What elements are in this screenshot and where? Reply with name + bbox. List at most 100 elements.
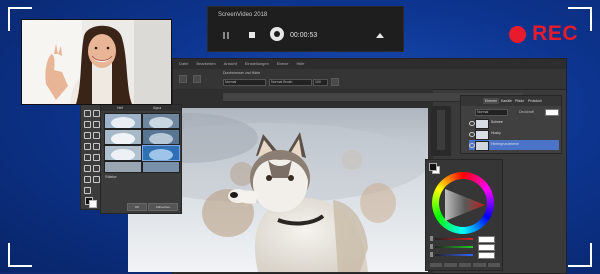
filter-column-label: Hell [117, 106, 124, 110]
slider-knob[interactable] [430, 236, 433, 241]
collapse-icon[interactable] [376, 33, 384, 38]
green-slider[interactable] [430, 244, 495, 251]
menu-layer[interactable]: Ebene [277, 59, 289, 69]
filter-ok-button[interactable]: OK [127, 203, 147, 211]
layer-name: Husky [491, 131, 501, 135]
blue-slider[interactable] [430, 252, 495, 259]
pen-tool-icon[interactable] [92, 164, 100, 172]
color-swatches[interactable] [429, 163, 440, 174]
text-tool-icon[interactable] [83, 164, 91, 172]
slider-knob[interactable] [430, 244, 433, 249]
brush-size-button[interactable] [193, 75, 201, 83]
slider-track[interactable] [435, 246, 473, 248]
tab-history[interactable]: Protokoll [526, 98, 544, 104]
filter-column-label: Aqua [153, 106, 162, 110]
recording-indicator: REC [509, 22, 578, 46]
palette-row[interactable] [430, 263, 501, 267]
slider-track[interactable] [435, 238, 473, 240]
palette-chip[interactable] [473, 263, 486, 267]
menu-edit[interactable]: Bearbeiten [196, 59, 215, 69]
filter-gallery-header: Hell Aqua [101, 105, 181, 111]
red-value-field[interactable] [478, 236, 495, 243]
layer-opacity-label: Deckkraft [519, 110, 534, 114]
shape-tool-icon[interactable] [83, 175, 91, 183]
menu-settings[interactable]: Einstellungen [245, 59, 269, 69]
layers-panel-tabs: Ebenen Kanäle Pfade Protokoll [461, 96, 561, 106]
foreground-color-chip[interactable] [429, 163, 437, 171]
rec-label: REC [532, 22, 578, 45]
stamp-tool-icon[interactable] [92, 142, 100, 150]
layer-row-selected[interactable]: Hintergrundebene [469, 140, 559, 151]
recorder-title: ScreenVideo 2018 [218, 12, 268, 18]
opacity-field[interactable]: 100 [313, 79, 328, 86]
layer-thumbnail [475, 141, 489, 151]
saturation-triangle[interactable] [441, 187, 487, 222]
stop-icon[interactable] [248, 31, 257, 40]
filter-thumbnail[interactable] [142, 161, 180, 173]
capture-corner-bottom-left [8, 243, 32, 267]
menu-view[interactable]: Ansicht [224, 59, 237, 69]
zoom-tool-icon[interactable] [83, 186, 91, 194]
tab-paths[interactable]: Pfade [513, 98, 526, 104]
pause-icon[interactable] [222, 31, 231, 40]
gradient-tool-icon[interactable] [92, 153, 100, 161]
tool-options-bar: Durchmesser und Härte Normal Normal Brus… [173, 69, 566, 90]
move-tool-icon[interactable] [83, 109, 91, 117]
brush-tool-icon[interactable] [83, 142, 91, 150]
crop-tool-icon[interactable] [83, 131, 91, 139]
brush-preset-button[interactable] [179, 75, 187, 83]
filter-thumbnail[interactable] [142, 129, 180, 145]
mode-dropdown[interactable]: Normal [223, 79, 266, 86]
eyedropper-icon[interactable] [92, 131, 100, 139]
recording-timer: 00:00:53 [290, 32, 318, 39]
filter-thumbnail[interactable] [104, 161, 142, 173]
filter-gallery-dialog: Hell Aqua Stärke OK Abbrechen [100, 104, 182, 214]
hand-tool-icon[interactable] [92, 175, 100, 183]
red-slider[interactable] [430, 236, 495, 243]
layer-thumbnail [475, 119, 489, 129]
webcam-overlay[interactable] [21, 19, 172, 105]
filter-thumbnail-selected[interactable] [142, 145, 180, 161]
green-value-field[interactable] [478, 244, 495, 251]
eraser-tool-icon[interactable] [83, 153, 91, 161]
tab-layers[interactable]: Ebenen [483, 98, 500, 104]
layers-panel: Ebenen Kanäle Pfade Protokoll Normal Dec… [460, 95, 562, 154]
record-dot-icon [509, 25, 527, 43]
layer-name: Hintergrundebene [491, 142, 520, 146]
layer-row[interactable]: Husky [469, 129, 559, 140]
layer-row[interactable]: Schnee [469, 118, 559, 129]
lasso-tool-icon[interactable] [83, 120, 91, 128]
filter-cancel-button[interactable]: Abbrechen [148, 203, 178, 211]
palette-chip[interactable] [487, 263, 501, 267]
magic-wand-icon[interactable] [92, 120, 100, 128]
tab-channels[interactable]: Kanäle [499, 98, 514, 104]
vertical-scrollbar[interactable] [431, 106, 451, 156]
menu-file[interactable]: Datei [179, 59, 188, 69]
layer-opacity-field[interactable] [545, 109, 559, 116]
menu-help[interactable]: Hilfe [296, 59, 304, 69]
filter-strength-label: Stärke [105, 174, 117, 179]
filter-thumbnail[interactable] [142, 113, 180, 129]
blend-mode-dropdown[interactable]: Normal [475, 109, 508, 116]
filter-thumbnail[interactable] [104, 145, 142, 161]
layer-thumbnail [475, 130, 489, 140]
editor-menubar: Datei Bearbeiten Ansicht Einstellungen E… [173, 59, 566, 69]
background-color-swatch[interactable] [89, 200, 97, 208]
capture-corner-bottom-right [568, 243, 592, 267]
filter-thumbnail[interactable] [104, 129, 142, 145]
palette-chip[interactable] [458, 263, 472, 267]
blue-value-field[interactable] [478, 252, 495, 259]
airbrush-toggle[interactable] [331, 78, 339, 86]
webcam-icon[interactable] [270, 27, 284, 41]
brush-dropdown[interactable]: Normal Brush [269, 79, 312, 86]
screen-recorder-toolbar: ScreenVideo 2018 00:00:53 [207, 6, 404, 52]
palette-chip[interactable] [430, 263, 443, 267]
palette-chip[interactable] [444, 263, 457, 267]
slider-track[interactable] [435, 254, 473, 256]
filter-thumbnail[interactable] [104, 113, 142, 129]
layer-name: Schnee [491, 120, 503, 124]
brush-options-label: Durchmesser und Härte [223, 71, 261, 75]
marquee-tool-icon[interactable] [92, 109, 100, 117]
color-picker-panel [425, 159, 503, 271]
slider-knob[interactable] [430, 252, 433, 257]
